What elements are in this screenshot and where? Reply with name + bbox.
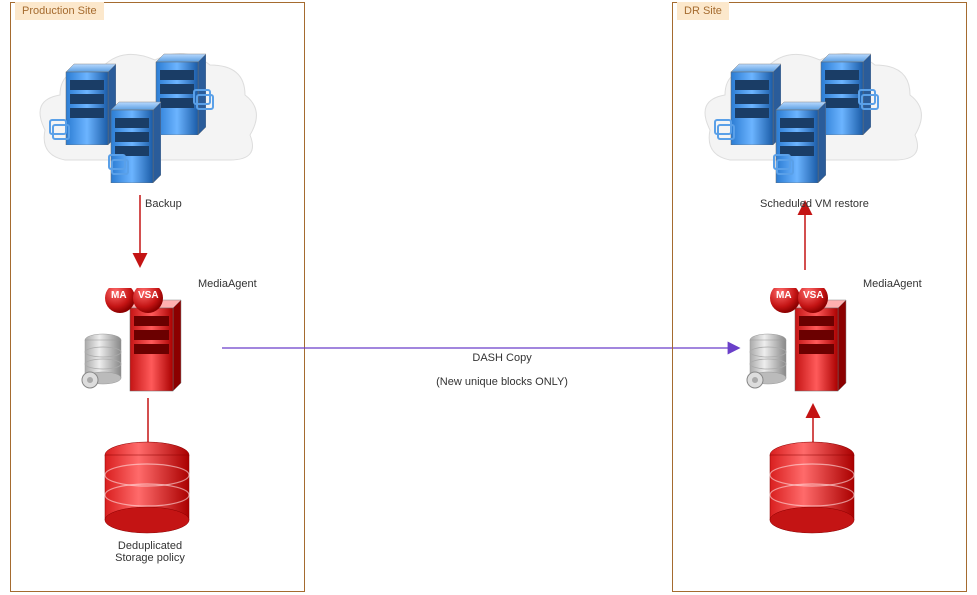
vsa-badge: VSA xyxy=(138,290,159,301)
production-site-title: Production Site xyxy=(15,2,104,20)
dr-mediaagent-label: MediaAgent xyxy=(863,278,922,290)
vm-icon xyxy=(709,115,739,145)
backup-label: Backup xyxy=(145,198,182,210)
production-storage xyxy=(100,440,195,535)
dr-mediaagent: MA VSA xyxy=(743,288,863,398)
dash-copy-line2: (New unique blocks ONLY) xyxy=(436,376,568,388)
dr-storage xyxy=(765,440,860,535)
ma-badge: MA xyxy=(111,290,127,301)
dash-copy-label: DASH Copy (New unique blocks ONLY) xyxy=(430,340,568,388)
ma-badge: MA xyxy=(776,290,792,301)
vm-icon xyxy=(44,115,74,145)
vsa-badge: VSA xyxy=(803,290,824,301)
production-mediaagent-label: MediaAgent xyxy=(198,278,257,290)
dash-copy-line1: DASH Copy xyxy=(472,352,531,364)
vm-icon xyxy=(103,150,133,180)
vm-icon xyxy=(768,150,798,180)
production-storage-label: Deduplicated Storage policy xyxy=(115,540,185,564)
production-mediaagent: MA VSA xyxy=(78,288,198,398)
vm-icon xyxy=(853,85,883,115)
vm-icon xyxy=(188,85,218,115)
dr-site-title: DR Site xyxy=(677,2,729,20)
restore-label: Scheduled VM restore xyxy=(760,198,869,210)
